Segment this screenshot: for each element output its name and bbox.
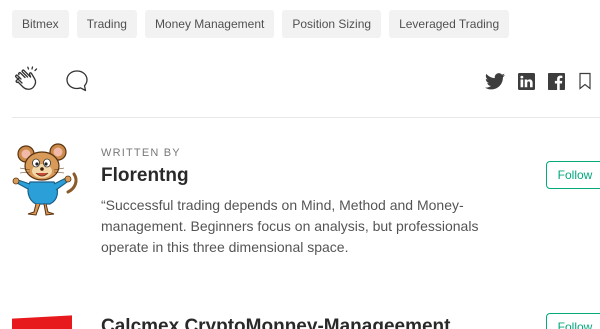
follow-publication-button[interactable]: Follow: [546, 313, 600, 329]
publication-name[interactable]: Calcmex CryptoMonney-Manageement: [101, 316, 450, 329]
tag-leveraged-trading[interactable]: Leveraged Trading: [389, 10, 510, 38]
divider: [12, 117, 600, 118]
share-icons: [485, 72, 592, 90]
author-bio: “Successful trading depends on Mind, Met…: [101, 197, 479, 255]
comment-icon[interactable]: [64, 68, 90, 94]
author-name[interactable]: Florentng: [101, 165, 189, 187]
author-avatar[interactable]: [12, 142, 80, 218]
facebook-icon[interactable]: [548, 72, 565, 90]
clap-icon[interactable]: [12, 66, 42, 96]
twitter-icon[interactable]: [485, 72, 505, 90]
tag-trading[interactable]: Trading: [76, 10, 137, 38]
bookmark-icon[interactable]: [578, 72, 592, 90]
tag-position-sizing[interactable]: Position Sizing: [282, 10, 382, 38]
follow-author-button[interactable]: Follow: [546, 161, 600, 189]
linkedin-icon[interactable]: [518, 72, 535, 90]
publication-logo[interactable]: [12, 315, 72, 329]
written-by-label: WRITTEN BY: [101, 147, 181, 159]
tag-bitmex[interactable]: Bitmex: [12, 10, 69, 38]
article-action-bar: [12, 66, 600, 98]
publication-card: Calcmex CryptoMonney-Manageement Follow: [12, 312, 600, 329]
tag-list: Bitmex Trading Money Management Position…: [12, 10, 510, 38]
tag-money-management[interactable]: Money Management: [144, 10, 275, 38]
